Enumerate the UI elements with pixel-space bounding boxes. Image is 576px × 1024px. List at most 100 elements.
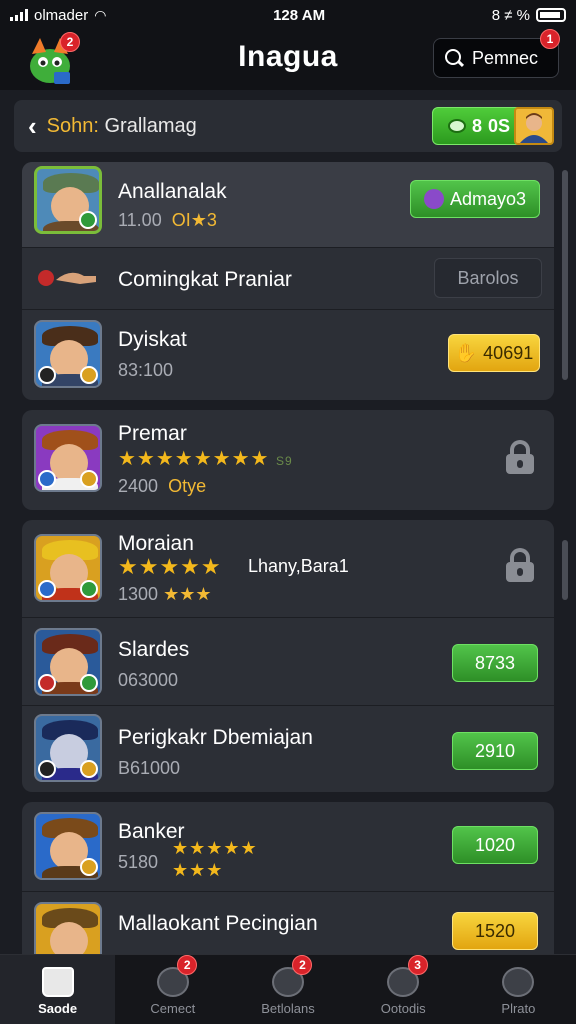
row-action-button[interactable]: 1020 [452,826,538,864]
status-left: olmader ◠ [10,7,106,24]
character-portrait [34,166,102,234]
rating-stars-secondary: ★★★ [172,860,224,880]
chevron-left-icon[interactable]: ‹ [28,111,37,142]
list-item[interactable]: Perigkakr Dbemiajan B61000 2910 [22,706,554,792]
crossed-swords-icon [502,967,535,997]
row-action-button[interactable]: ✋ 40691 [448,334,540,372]
row-sub: 2400 Otye [118,476,206,497]
nav-badge: 3 [407,955,428,975]
nav-item-pirate[interactable]: Plrato [461,955,576,1024]
handshake-icon [36,268,98,288]
row-name: Mallaokant Pecingian [118,912,318,935]
nav-badge: 2 [177,955,198,975]
level-badge-icon [79,211,97,229]
row-action-label: 2910 [474,740,516,761]
status-time: 128 AM [273,6,326,24]
list-item[interactable]: Banker 5180 ★★★★★ ★★★ 1020 [22,802,554,892]
subheader-title: Sohn: Grallamag [47,115,197,138]
list-scrollbar-lower[interactable] [562,540,568,600]
row-name: Perigkakr Dbemiajan [118,726,313,749]
status-bar: olmader ◠ 128 AM 8 ≠ % [0,0,576,30]
coin-value: 0S [487,115,511,136]
level-badge-icon [38,674,56,692]
row-action-button[interactable]: Barolos [434,258,542,298]
row-action-button[interactable]: 8733 [452,644,538,682]
carrier-name: olmader [34,6,89,24]
bottom-nav: Saode 2 Cemect 2 Betlolans 3 Ootodis Plr… [0,954,576,1024]
row-action-label: Barolos [457,267,519,288]
row-sub: B61000 [118,758,181,778]
nav-label: Plrato [501,1001,536,1016]
row-action-label: Admayo3 [449,188,527,209]
nav-item-search[interactable]: 2 Cemect [115,955,230,1024]
row-sub-value: 11.00 [118,210,162,230]
row-name: Dyiskat [118,328,187,351]
row-sub: 1300 ★★★ [118,584,211,605]
gold-hand-icon: ✋ [454,342,478,363]
row-sub: 5180 [118,852,159,872]
nav-label: Cemect [150,1001,196,1016]
list-item[interactable]: Premar ★★★★★★★★ S9 2400 Otye [22,410,554,510]
subheader-title-main: Grallamag [104,114,197,137]
row-action-button[interactable]: Admayo3 [410,180,540,218]
header-search-button[interactable]: Pemnec 1 [433,29,560,78]
nav-item-home[interactable]: Saode [0,955,116,1024]
search-badge: 1 [540,29,560,49]
coin-balance-pill[interactable]: 8 0S [432,107,526,145]
list-item[interactable]: Comingkat Praniar Barolos [22,248,554,310]
level-badge-icon [80,760,98,778]
row-name: Moraian [118,532,194,555]
nav-label: Ootodis [380,1001,426,1016]
level-badge-icon [38,580,56,598]
row-sub-gold: OI★3 [171,210,217,230]
level-badge-icon [80,580,98,598]
character-portrait [34,320,102,388]
row-action-button[interactable]: 2910 [452,732,538,770]
row-sub-gold: ★★★ [163,584,212,604]
signal-icon [10,9,28,21]
list-item[interactable]: Slardes 063000 8733 [22,618,554,706]
list-item[interactable]: Moraian ★★★★★ Lhany,Bara1 1300 ★★★ [22,520,554,618]
row-action-button[interactable]: 1520 [452,912,538,950]
list-scrollbar[interactable] [562,170,568,380]
stars-suffix: S9 [276,454,293,468]
row-action-label: 8733 [474,652,516,673]
level-badge-icon [80,366,98,384]
list-group-2: Premar ★★★★★★★★ S9 2400 Otye [22,410,554,510]
wizard-icon [423,189,444,209]
list-item[interactable]: Anallanalak 11.00 OI★3 Admayo3 [22,162,554,248]
coin-prefix: 8 [471,115,482,136]
list-item[interactable]: Mallaokant Pecingian 1520 [22,892,554,954]
rating-stars: ★★★★★ [118,554,222,579]
search-icon [444,48,464,68]
list-group-4: Banker 5180 ★★★★★ ★★★ 1020 Mallaokant Pe… [22,802,554,954]
list-group-3: Moraian ★★★★★ Lhany,Bara1 1300 ★★★ Slard… [22,520,554,792]
status-right: 8 ≠ % [492,7,566,24]
level-badge-icon [38,366,56,384]
character-portrait [34,534,102,602]
user-avatar[interactable] [514,107,554,145]
coin-icon [447,119,466,133]
list-item[interactable]: Dyiskat 83:100 ✋ 40691 [22,310,554,400]
character-portrait [34,902,102,954]
row-sub-value: 1300 [118,584,159,604]
lock-icon [504,440,536,474]
nav-item-battles[interactable]: 2 Betlolans [230,955,345,1024]
row-name: Slardes [118,638,190,661]
nav-item-dots[interactable]: 3 Ootodis [346,955,461,1024]
nav-label: Saode [38,1001,78,1016]
row-action-label: 40691 [483,342,534,363]
level-badge-icon [80,674,98,692]
character-portrait [34,424,102,492]
level-badge-icon [80,470,98,488]
row-action-label: 1520 [474,920,516,941]
nav-label: Betlolans [261,1001,315,1016]
battery-icon [535,8,566,22]
rating-stars: ★★★★★★★★ S9 [118,446,293,471]
app-header: 2 Inagua Pemnec 1 [0,29,576,90]
row-sub: 83:100 [118,360,174,380]
level-badge-icon [38,470,56,488]
row-sub: 063000 [118,670,179,690]
subheader-bar: ‹ Sohn: Grallamag 8 0S [14,100,562,152]
row-name: Premar [118,422,187,445]
